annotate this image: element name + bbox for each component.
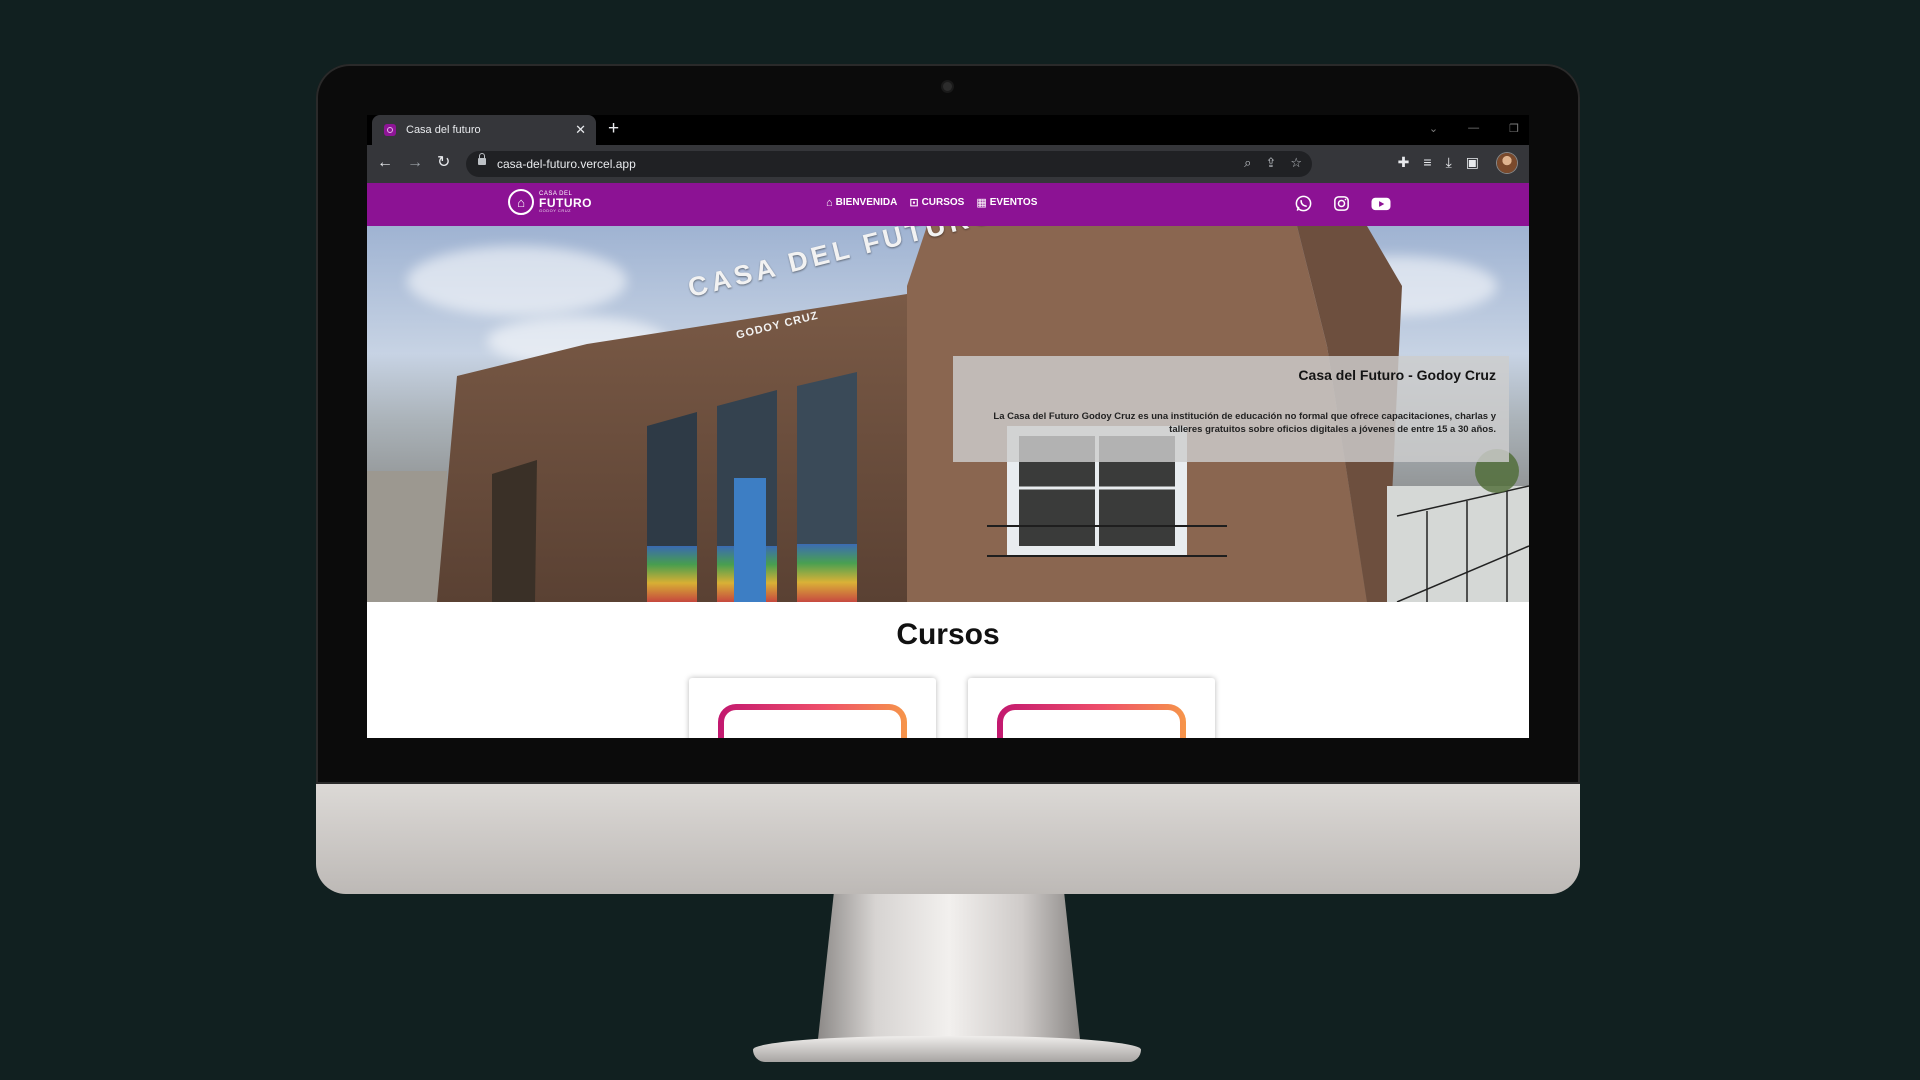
hero-info-box: Casa del Futuro - Godoy Cruz La Casa del… xyxy=(953,356,1509,462)
course-card[interactable] xyxy=(689,678,936,738)
extensions-icon[interactable]: ✚ xyxy=(1398,154,1410,171)
chalkboard-icon: ⊡ xyxy=(909,197,919,209)
profile-avatar[interactable] xyxy=(1497,153,1517,173)
tab-search-icon[interactable]: ⌄ xyxy=(1429,122,1438,135)
social-links xyxy=(1294,194,1392,213)
star-icon[interactable]: ☆ xyxy=(1290,155,1302,171)
hero-banner: CASA DEL FUTURO GODOY CRUZ Casa del Futu… xyxy=(367,226,1529,602)
close-tab-icon[interactable]: ✕ xyxy=(575,122,586,138)
camera xyxy=(943,82,952,91)
restore-icon[interactable]: ❐ xyxy=(1509,122,1519,135)
tab-strip: Casa del futuro ✕ + ⌄ — ❐ xyxy=(367,115,1529,145)
nav-cursos[interactable]: ⊡ CURSOS xyxy=(909,196,964,209)
nav-bienvenida[interactable]: ⌂ BIENVENIDA xyxy=(826,196,897,209)
monitor-chin xyxy=(316,784,1580,894)
tab-title: Casa del futuro xyxy=(406,124,481,136)
back-icon[interactable]: ← xyxy=(377,154,393,172)
course-card-frame xyxy=(718,704,907,738)
browser-toolbar: ← → ↻ casa-del-futuro.vercel.app ⌕ ⇪ ☆ ✚… xyxy=(367,145,1529,183)
calendar-icon: ▦ xyxy=(976,197,987,209)
hero-description: La Casa del Futuro Godoy Cruz es una ins… xyxy=(993,411,1496,435)
download-icon[interactable]: ⤓ xyxy=(1446,154,1452,171)
extension-icons: ✚ ≡ ⤓ ▣ xyxy=(1398,154,1479,171)
minimize-icon[interactable]: — xyxy=(1468,122,1479,135)
address-bar[interactable]: casa-del-futuro.vercel.app ⌕ ⇪ ☆ xyxy=(466,151,1312,177)
site-navbar: ⌂ CASA DEL FUTURO GODOY CRUZ ⌂ BIENVENID… xyxy=(367,183,1529,226)
forward-icon[interactable]: → xyxy=(407,154,423,172)
share-icon[interactable]: ⇪ xyxy=(1265,155,1276,171)
window-controls: ⌄ — ❐ xyxy=(1429,122,1519,135)
reload-icon[interactable]: ↻ xyxy=(437,154,450,172)
house-logo-icon: ⌂ xyxy=(508,189,534,215)
main-menu: ⌂ BIENVENIDA ⊡ CURSOS ▦ EVENTOS xyxy=(826,196,1037,210)
course-card-frame xyxy=(997,704,1186,738)
course-card[interactable] xyxy=(968,678,1215,738)
favicon-icon xyxy=(384,124,396,136)
side-panel-icon[interactable]: ▣ xyxy=(1466,154,1479,171)
browser-window: Casa del futuro ✕ + ⌄ — ❐ ← → ↻ casa-del… xyxy=(367,115,1529,738)
zoom-icon[interactable]: ⌕ xyxy=(1244,155,1251,171)
home-icon: ⌂ xyxy=(826,196,833,209)
reading-list-icon[interactable]: ≡ xyxy=(1423,154,1431,171)
monitor-base xyxy=(753,1036,1141,1062)
new-tab-button[interactable]: + xyxy=(608,119,619,139)
instagram-icon[interactable] xyxy=(1332,194,1351,213)
youtube-icon[interactable] xyxy=(1370,194,1392,213)
monitor-stand xyxy=(818,894,1080,1039)
logo-sub-text: GODOY CRUZ xyxy=(539,208,572,213)
lock-icon[interactable] xyxy=(478,153,486,165)
courses-heading: Cursos xyxy=(896,618,1000,651)
site-logo[interactable]: ⌂ CASA DEL FUTURO GODOY CRUZ xyxy=(508,189,592,215)
nav-eventos[interactable]: ▦ EVENTOS xyxy=(976,196,1037,209)
whatsapp-icon[interactable] xyxy=(1294,194,1313,213)
browser-tab[interactable]: Casa del futuro ✕ xyxy=(372,115,596,145)
url-text[interactable]: casa-del-futuro.vercel.app xyxy=(497,157,636,171)
hero-title: Casa del Futuro - Godoy Cruz xyxy=(1298,367,1496,383)
